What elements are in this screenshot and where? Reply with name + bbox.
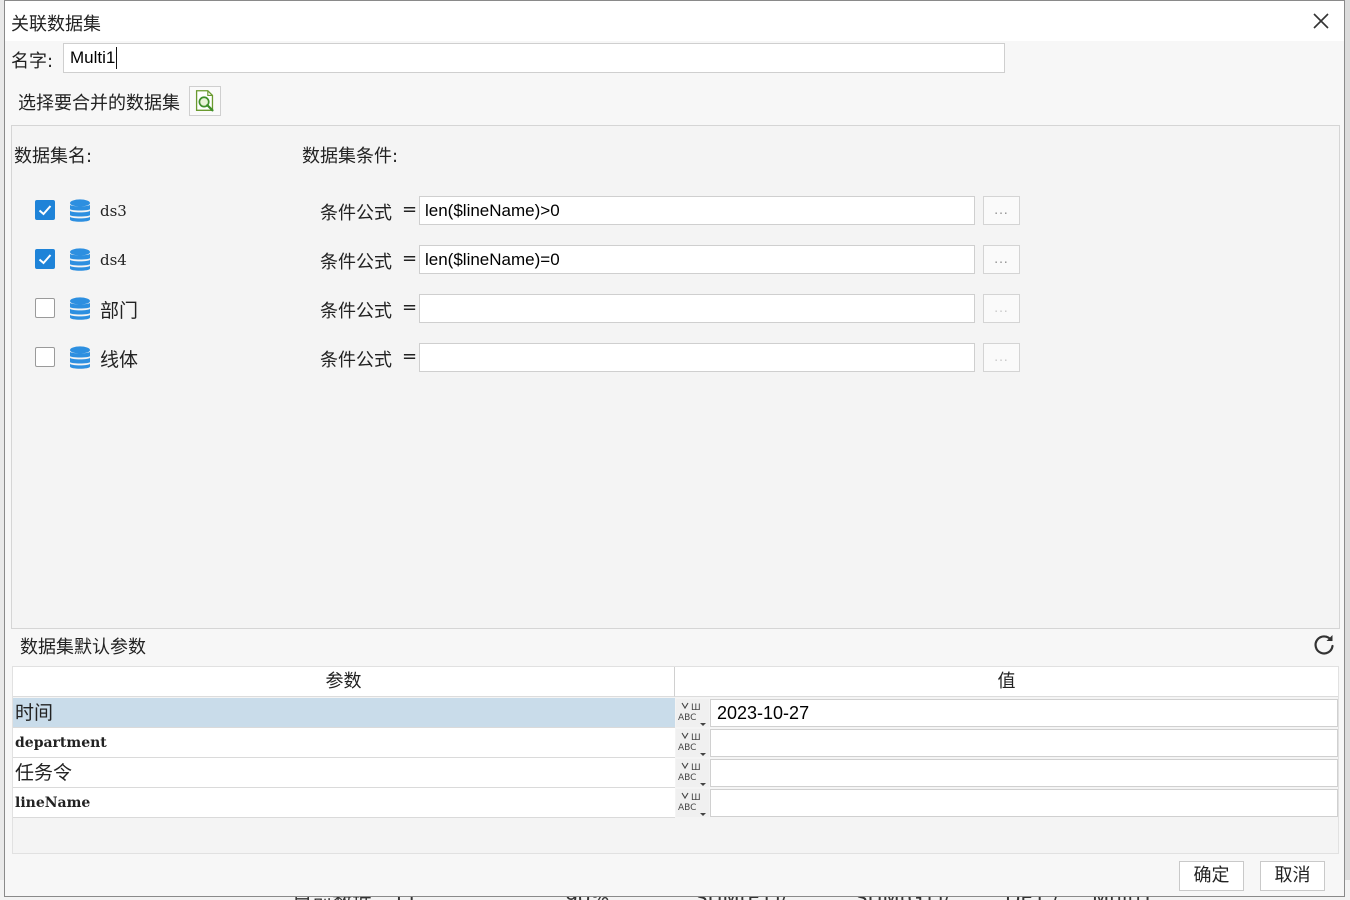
svg-text:ABC: ABC — [678, 713, 696, 723]
dataset-name: ds3 — [100, 202, 127, 220]
close-icon — [1313, 13, 1329, 29]
param-value-input[interactable] — [710, 759, 1338, 787]
name-input[interactable] — [63, 43, 1005, 73]
condition-label: 条件公式 — [320, 252, 392, 273]
table-row: department Ш ABC — [13, 728, 1338, 758]
dataset-row-ds3: ds3 条件公式 = ... — [12, 196, 1332, 226]
dataset-name: 线体 — [100, 349, 139, 371]
database-icon — [70, 297, 90, 320]
condition-formula-input[interactable] — [419, 343, 975, 372]
default-params-title: 数据集默认参数 — [20, 637, 146, 658]
checkmark-icon — [38, 254, 52, 265]
formula-editor-button[interactable]: ... — [983, 294, 1020, 323]
database-icon — [70, 346, 90, 369]
param-value-input[interactable] — [710, 729, 1338, 757]
formula-editor-button[interactable]: ... — [983, 343, 1020, 372]
name-label: 名字: — [11, 51, 54, 72]
table-row: lineName Ш ABC — [13, 788, 1338, 818]
svg-text:ABC: ABC — [678, 743, 696, 753]
select-datasets-button[interactable] — [189, 86, 221, 116]
param-name[interactable]: lineName — [13, 788, 675, 818]
cancel-button[interactable]: 取消 — [1260, 861, 1325, 891]
datasets-panel: 数据集名: 数据集条件: ds3 条件公式 = ... — [11, 125, 1340, 629]
search-document-icon — [195, 90, 214, 112]
svg-text:Ш: Ш — [691, 733, 701, 743]
condition-formula-input[interactable] — [419, 196, 975, 225]
dataset-name-header: 数据集名: — [14, 146, 93, 167]
close-button[interactable] — [1305, 5, 1337, 37]
dataset-checkbox[interactable] — [35, 347, 55, 367]
abc-type-icon[interactable]: Ш ABC — [676, 759, 709, 787]
dataset-row-line: 线体 条件公式 = ... — [12, 343, 1332, 373]
select-datasets-label: 选择要合并的数据集 — [18, 93, 180, 114]
formula-editor-button[interactable]: ... — [983, 196, 1020, 225]
condition-label: 条件公式 — [320, 350, 392, 371]
relate-dataset-dialog: 关联数据集 名字: 选择要合并的数据集 数据集名: 数据集条件: — [4, 0, 1345, 897]
database-icon — [70, 248, 90, 271]
table-row: 时间 Ш ABC — [13, 698, 1338, 728]
equals-sign: = — [402, 346, 418, 367]
param-name[interactable]: 任务令 — [13, 758, 675, 788]
dataset-row-department: 部门 条件公式 = ... — [12, 294, 1332, 324]
refresh-button[interactable] — [1311, 632, 1337, 658]
dataset-name: ds4 — [100, 251, 127, 269]
text-caret — [116, 47, 117, 69]
svg-text:Ш: Ш — [691, 763, 701, 773]
param-value-input[interactable] — [710, 699, 1338, 727]
svg-text:Ш: Ш — [691, 703, 701, 713]
dataset-checkbox[interactable] — [35, 249, 55, 269]
title-bar: 关联数据集 — [5, 1, 1344, 41]
svg-text:ABC: ABC — [678, 803, 696, 813]
condition-label: 条件公式 — [320, 203, 392, 224]
params-table: 参数 值 时间 Ш ABC department Ш ABC — [12, 666, 1339, 854]
condition-formula-input[interactable] — [419, 245, 975, 274]
condition-label: 条件公式 — [320, 301, 392, 322]
dataset-checkbox[interactable] — [35, 298, 55, 318]
dialog-title: 关联数据集 — [11, 14, 101, 35]
ok-button[interactable]: 确定 — [1179, 861, 1244, 891]
equals-sign: = — [402, 248, 418, 269]
table-row: 任务令 Ш ABC — [13, 758, 1338, 788]
params-header-name: 参数 — [13, 667, 675, 697]
param-name[interactable]: 时间 — [13, 698, 675, 728]
condition-formula-input[interactable] — [419, 294, 975, 323]
svg-text:ABC: ABC — [678, 773, 696, 783]
equals-sign: = — [402, 297, 418, 318]
abc-type-icon[interactable]: Ш ABC — [676, 699, 709, 727]
dataset-row-ds4: ds4 条件公式 = ... — [12, 245, 1332, 275]
dataset-condition-header: 数据集条件: — [302, 146, 399, 167]
abc-type-icon[interactable]: Ш ABC — [676, 729, 709, 757]
abc-type-icon[interactable]: Ш ABC — [676, 789, 709, 817]
param-name[interactable]: department — [13, 728, 675, 758]
refresh-icon — [1314, 635, 1334, 655]
svg-text:Ш: Ш — [691, 793, 701, 803]
param-value-input[interactable] — [710, 789, 1338, 817]
params-header-value: 值 — [675, 667, 1338, 697]
database-icon — [70, 199, 90, 222]
dataset-name: 部门 — [100, 300, 139, 322]
checkmark-icon — [38, 205, 52, 216]
dataset-checkbox[interactable] — [35, 200, 55, 220]
formula-editor-button[interactable]: ... — [983, 245, 1020, 274]
equals-sign: = — [402, 199, 418, 220]
